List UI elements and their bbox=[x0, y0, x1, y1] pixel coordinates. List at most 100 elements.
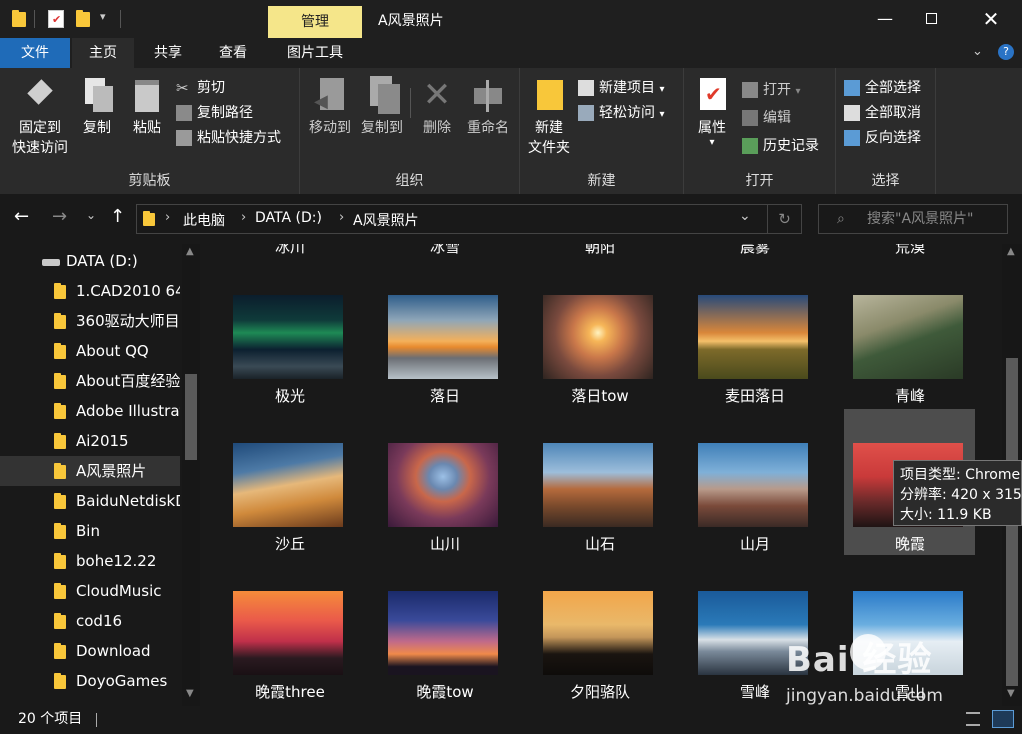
easy-access-label: 轻松访问 bbox=[599, 105, 655, 121]
image-thumbnail[interactable] bbox=[388, 295, 498, 379]
new-item-button[interactable]: 新建项目 ▾ bbox=[578, 76, 664, 100]
file-caption[interactable]: 山石 bbox=[522, 533, 678, 554]
help-icon[interactable]: ? bbox=[998, 44, 1014, 60]
nav-folder-item[interactable]: Bin bbox=[0, 516, 180, 546]
file-caption[interactable]: 晚霞tow bbox=[367, 681, 523, 702]
file-caption-partial[interactable]: 晨雾 bbox=[677, 244, 833, 257]
nav-folder-item[interactable]: Ai2015 bbox=[0, 426, 180, 456]
address-bar[interactable]: › 此电脑 › DATA (D:) › A风景照片 ⌄ ↻ bbox=[136, 204, 802, 234]
tab-view[interactable]: 查看 bbox=[204, 38, 262, 68]
nav-folder-item[interactable]: About QQ bbox=[0, 336, 180, 366]
nav-folder-item[interactable]: BaiduNetdiskDownload bbox=[0, 486, 180, 516]
select-all-button[interactable]: 全部选择 bbox=[844, 76, 921, 100]
minimize-button[interactable]: — bbox=[862, 0, 908, 38]
quick-access-dropdown-icon[interactable]: ▾ bbox=[100, 10, 106, 23]
nav-folder-item[interactable]: Adobe Illustrator bbox=[0, 396, 180, 426]
select-none-button[interactable]: 全部取消 bbox=[844, 101, 921, 125]
nav-drive[interactable]: DATA (D:) bbox=[0, 246, 180, 276]
up-icon[interactable]: ↑ bbox=[110, 206, 125, 227]
file-caption[interactable]: 落日 bbox=[367, 385, 523, 406]
scroll-up-icon[interactable]: ▲ bbox=[186, 246, 194, 257]
tab-manage[interactable]: 管理 bbox=[268, 6, 362, 38]
refresh-icon[interactable]: ↻ bbox=[767, 205, 801, 233]
file-caption-partial[interactable]: 冰川 bbox=[212, 244, 368, 257]
copy-to-button[interactable]: 复制到 bbox=[356, 76, 408, 138]
edit-button[interactable]: 编辑 bbox=[742, 106, 791, 130]
image-thumbnail[interactable] bbox=[388, 443, 498, 527]
file-caption[interactable]: 沙丘 bbox=[212, 533, 368, 554]
paste-shortcut-button[interactable]: 粘贴快捷方式 bbox=[176, 126, 281, 150]
nav-folder-item[interactable]: CloudMusic bbox=[0, 576, 180, 606]
cut-button[interactable]: ✂ 剪切 bbox=[176, 76, 225, 100]
nav-folder-item[interactable]: 360驱动大师目录 bbox=[0, 306, 180, 336]
file-caption[interactable]: 山月 bbox=[677, 533, 833, 554]
pin-to-quick-access-button[interactable]: 固定到 快速访问 bbox=[6, 76, 74, 158]
easy-access-button[interactable]: 轻松访问 ▾ bbox=[578, 101, 664, 125]
paste-button[interactable]: 粘贴 bbox=[126, 76, 168, 138]
move-to-button[interactable]: ◀ 移动到 bbox=[304, 76, 356, 138]
nav-scrollbar[interactable]: ▲ ▼ bbox=[182, 244, 200, 706]
image-thumbnail[interactable] bbox=[853, 295, 963, 379]
scroll-up-icon[interactable]: ▲ bbox=[1007, 246, 1015, 257]
back-icon[interactable]: ← bbox=[14, 206, 29, 227]
history-button[interactable]: 历史记录 bbox=[742, 134, 819, 158]
image-thumbnail[interactable] bbox=[698, 295, 808, 379]
properties-button[interactable]: ✔ 属性 ▾ bbox=[690, 76, 734, 148]
nav-folder-item[interactable]: DoyoGames bbox=[0, 666, 180, 696]
nav-folder-item[interactable]: 1.CAD2010 64 bbox=[0, 276, 180, 306]
file-caption[interactable]: 山川 bbox=[367, 533, 523, 554]
file-caption[interactable]: 夕阳骆队 bbox=[522, 681, 678, 702]
image-thumbnail[interactable] bbox=[388, 591, 498, 675]
nav-folder-item[interactable]: bohe12.22 bbox=[0, 546, 180, 576]
tab-home[interactable]: 主页 bbox=[72, 38, 134, 68]
tab-file[interactable]: 文件 bbox=[0, 38, 70, 68]
tab-picture-tools[interactable]: 图片工具 bbox=[276, 38, 354, 68]
image-thumbnail[interactable] bbox=[233, 591, 343, 675]
file-caption[interactable]: 晚霞three bbox=[212, 681, 368, 702]
tab-share[interactable]: 共享 bbox=[140, 38, 196, 68]
image-thumbnail[interactable] bbox=[543, 295, 653, 379]
nav-folder-item[interactable]: cod16 bbox=[0, 606, 180, 636]
file-caption-partial[interactable]: 朝阳 bbox=[522, 244, 678, 257]
rename-button[interactable]: 重命名 bbox=[462, 76, 514, 138]
copy-path-button[interactable]: 复制路径 bbox=[176, 101, 253, 125]
large-icons-view-icon[interactable] bbox=[992, 710, 1014, 728]
copy-button[interactable]: 复制 bbox=[78, 76, 116, 138]
delete-button[interactable]: ✕ 删除 bbox=[416, 76, 458, 138]
maximize-button[interactable] bbox=[908, 0, 954, 38]
breadcrumb-drive[interactable]: DATA (D:) bbox=[255, 210, 322, 226]
divider bbox=[120, 10, 121, 28]
image-thumbnail[interactable] bbox=[233, 295, 343, 379]
nav-scroll-thumb[interactable] bbox=[185, 374, 197, 460]
close-button[interactable]: ✕ bbox=[968, 0, 1014, 38]
file-caption[interactable]: 落日tow bbox=[522, 385, 678, 406]
image-thumbnail[interactable] bbox=[543, 443, 653, 527]
nav-folder-item[interactable]: Download bbox=[0, 636, 180, 666]
recent-locations-icon[interactable]: ⌄ bbox=[86, 208, 96, 222]
invert-selection-button[interactable]: 反向选择 bbox=[844, 126, 921, 150]
nav-folder-item[interactable]: About百度经验 bbox=[0, 366, 180, 396]
file-caption[interactable]: 麦田落日 bbox=[677, 385, 833, 406]
file-caption-partial[interactable]: 冰雪 bbox=[367, 244, 523, 257]
file-caption[interactable]: 青峰 bbox=[832, 385, 988, 406]
details-view-icon[interactable] bbox=[966, 712, 980, 726]
ribbon-collapse-icon[interactable]: ⌄ bbox=[972, 44, 983, 59]
nav-folder-item-selected[interactable]: A风景照片 bbox=[0, 456, 180, 486]
image-thumbnail[interactable] bbox=[233, 443, 343, 527]
scroll-down-icon[interactable]: ▼ bbox=[1007, 688, 1015, 699]
forward-icon[interactable]: → bbox=[52, 206, 67, 227]
image-thumbnail[interactable] bbox=[543, 591, 653, 675]
properties-quick-icon[interactable]: ✔ bbox=[48, 10, 64, 28]
file-caption-partial[interactable]: 荒漠 bbox=[832, 244, 988, 257]
breadcrumb-this-pc[interactable]: 此电脑 bbox=[183, 210, 225, 230]
file-caption[interactable]: 极光 bbox=[212, 385, 368, 406]
search-box[interactable]: ⌕ 搜索"A风景照片" bbox=[818, 204, 1008, 234]
file-caption-selected[interactable]: 晚霞 bbox=[832, 533, 988, 554]
new-folder-button[interactable]: 新建 文件夹 bbox=[524, 76, 574, 158]
address-dropdown-icon[interactable]: ⌄ bbox=[739, 208, 751, 224]
scroll-down-icon[interactable]: ▼ bbox=[186, 688, 194, 699]
breadcrumb-folder[interactable]: A风景照片 bbox=[353, 210, 419, 230]
image-thumbnail[interactable] bbox=[698, 443, 808, 527]
open-button[interactable]: 打开 ▾ bbox=[742, 78, 800, 102]
new-folder-quick-icon[interactable] bbox=[76, 10, 90, 27]
